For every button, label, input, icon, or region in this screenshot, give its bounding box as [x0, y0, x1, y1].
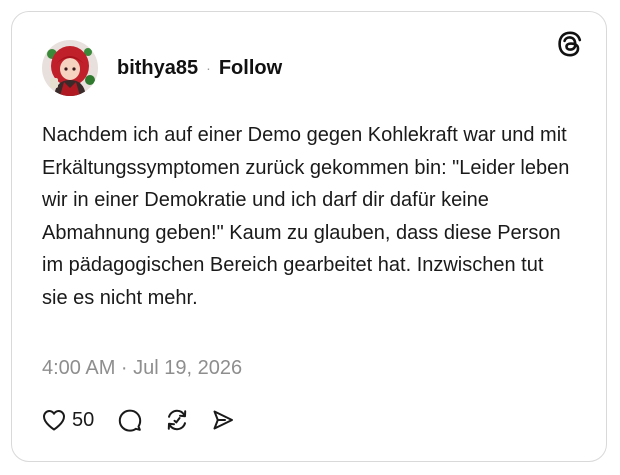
follow-button[interactable]: Follow — [219, 57, 282, 80]
send-icon — [211, 408, 235, 432]
post-actions: 50 — [42, 408, 235, 432]
post-text: Nachdem ich auf einer Demo gegen Kohlekr… — [42, 124, 570, 309]
share-button[interactable] — [211, 408, 235, 432]
like-button[interactable]: 50 — [42, 409, 94, 432]
separator-dot: · — [206, 60, 211, 76]
threads-post-card: bithya85 · Follow Nachdem ich auf einer … — [11, 11, 607, 462]
threads-logo-icon[interactable] — [556, 30, 584, 58]
username[interactable]: bithya85 — [117, 57, 198, 80]
post-timestamp: 4:00 AM · Jul 19, 2026 — [42, 357, 243, 379]
repost-icon — [165, 408, 189, 432]
repost-button[interactable] — [165, 408, 189, 432]
like-count: 50 — [72, 408, 95, 431]
post-header: bithya85 · Follow — [42, 40, 282, 96]
reply-button[interactable] — [118, 408, 142, 432]
heart-icon — [42, 409, 66, 431]
avatar[interactable] — [42, 40, 98, 96]
comment-icon — [118, 408, 142, 432]
